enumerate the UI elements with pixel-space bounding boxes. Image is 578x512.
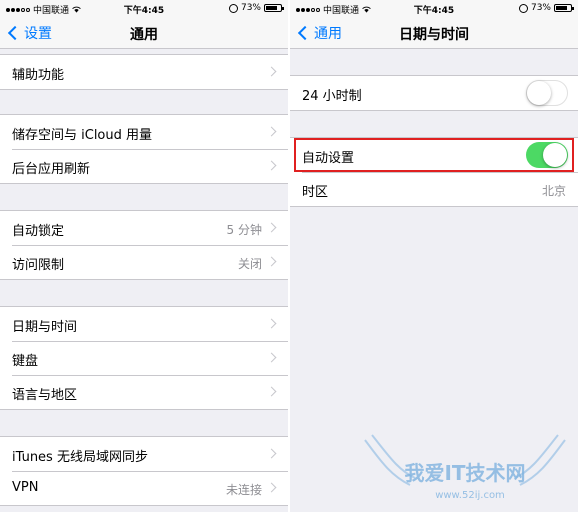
row-label: 日期与时间 <box>12 320 78 335</box>
toggle-knob <box>527 81 551 105</box>
battery-icon <box>264 4 284 12</box>
row-language-region[interactable]: 语言与地区 <box>0 375 288 409</box>
settings-group: 储存空间与 iCloud 用量 后台应用刷新 <box>0 114 288 184</box>
chevron-right-icon <box>266 448 277 459</box>
settings-group: 辅助功能 <box>0 54 288 90</box>
row-value: 5 分钟 <box>226 223 262 237</box>
status-bar: 中国联通 下午4:45 73% <box>0 0 288 16</box>
row-label: 时区 <box>302 185 329 200</box>
row-timezone[interactable]: 时区 北京 <box>290 172 578 206</box>
row-label: 键盘 <box>12 354 39 369</box>
row-keyboard[interactable]: 键盘 <box>0 341 288 375</box>
battery-percent: 73% <box>240 3 261 13</box>
page-title: 通用 <box>130 27 158 43</box>
row-label: 储存空间与 iCloud 用量 <box>12 128 153 143</box>
row-label: 后台应用刷新 <box>12 162 91 177</box>
chevron-right-icon <box>266 160 277 171</box>
row-vpn[interactable]: VPN 未连接 <box>0 471 288 505</box>
settings-group: 日期与时间 键盘 语言与地区 <box>0 306 288 410</box>
orientation-lock-icon <box>228 3 238 13</box>
chevron-right-icon <box>266 222 277 233</box>
settings-group: 自动设置 时区 北京 <box>290 137 578 207</box>
chevron-right-icon <box>266 126 277 137</box>
row-label: 访问限制 <box>12 258 65 273</box>
row-label: 辅助功能 <box>12 68 65 83</box>
toggle-24-hour[interactable] <box>526 80 568 106</box>
row-background-refresh[interactable]: 后台应用刷新 <box>0 149 288 183</box>
row-itunes-wifi-sync[interactable]: iTunes 无线局域网同步 <box>0 437 288 471</box>
general-settings-screen: 中国联通 下午4:45 73% 设置 通用 辅助功能 储存空间与 iCloud … <box>0 0 288 512</box>
row-label: 自动锁定 <box>12 224 65 239</box>
chevron-right-icon <box>266 482 277 493</box>
battery-icon <box>554 4 574 12</box>
row-value: 关闭 <box>237 257 262 271</box>
toggle-auto-set[interactable] <box>526 142 568 168</box>
chevron-right-icon <box>266 352 277 363</box>
row-auto-set: 自动设置 <box>290 138 578 172</box>
row-value: 北京 <box>541 184 566 198</box>
battery-percent: 73% <box>530 3 551 13</box>
row-24-hour: 24 小时制 <box>290 76 578 110</box>
nav-bar: 设置 通用 <box>0 16 288 49</box>
date-time-screen: 中国联通 下午4:45 73% 通用 日期与时间 24 小时制 自动设置 时区 <box>290 0 578 512</box>
chevron-right-icon <box>266 318 277 329</box>
status-bar: 中国联通 下午4:45 73% <box>290 0 578 16</box>
row-date-time[interactable]: 日期与时间 <box>0 307 288 341</box>
nav-bar: 通用 日期与时间 <box>290 16 578 49</box>
row-auto-lock[interactable]: 自动锁定 5 分钟 <box>0 211 288 245</box>
page-title: 日期与时间 <box>399 27 469 43</box>
settings-group: 24 小时制 <box>290 75 578 111</box>
toggle-knob <box>543 143 567 167</box>
row-label: 24 小时制 <box>302 89 362 104</box>
orientation-lock-icon <box>518 3 528 13</box>
row-label: 语言与地区 <box>12 388 78 403</box>
chevron-right-icon <box>266 386 277 397</box>
row-value: 未连接 <box>225 483 262 497</box>
row-restrictions[interactable]: 访问限制 关闭 <box>0 245 288 279</box>
row-storage-icloud[interactable]: 储存空间与 iCloud 用量 <box>0 115 288 149</box>
row-label: VPN <box>12 480 39 495</box>
row-label: iTunes 无线局域网同步 <box>12 450 148 465</box>
row-label: 自动设置 <box>302 151 355 166</box>
settings-group: 自动锁定 5 分钟 访问限制 关闭 <box>0 210 288 280</box>
chevron-right-icon <box>266 256 277 267</box>
chevron-right-icon <box>266 66 277 77</box>
settings-group: iTunes 无线局域网同步 VPN 未连接 <box>0 436 288 506</box>
row-accessibility[interactable]: 辅助功能 <box>0 55 288 89</box>
